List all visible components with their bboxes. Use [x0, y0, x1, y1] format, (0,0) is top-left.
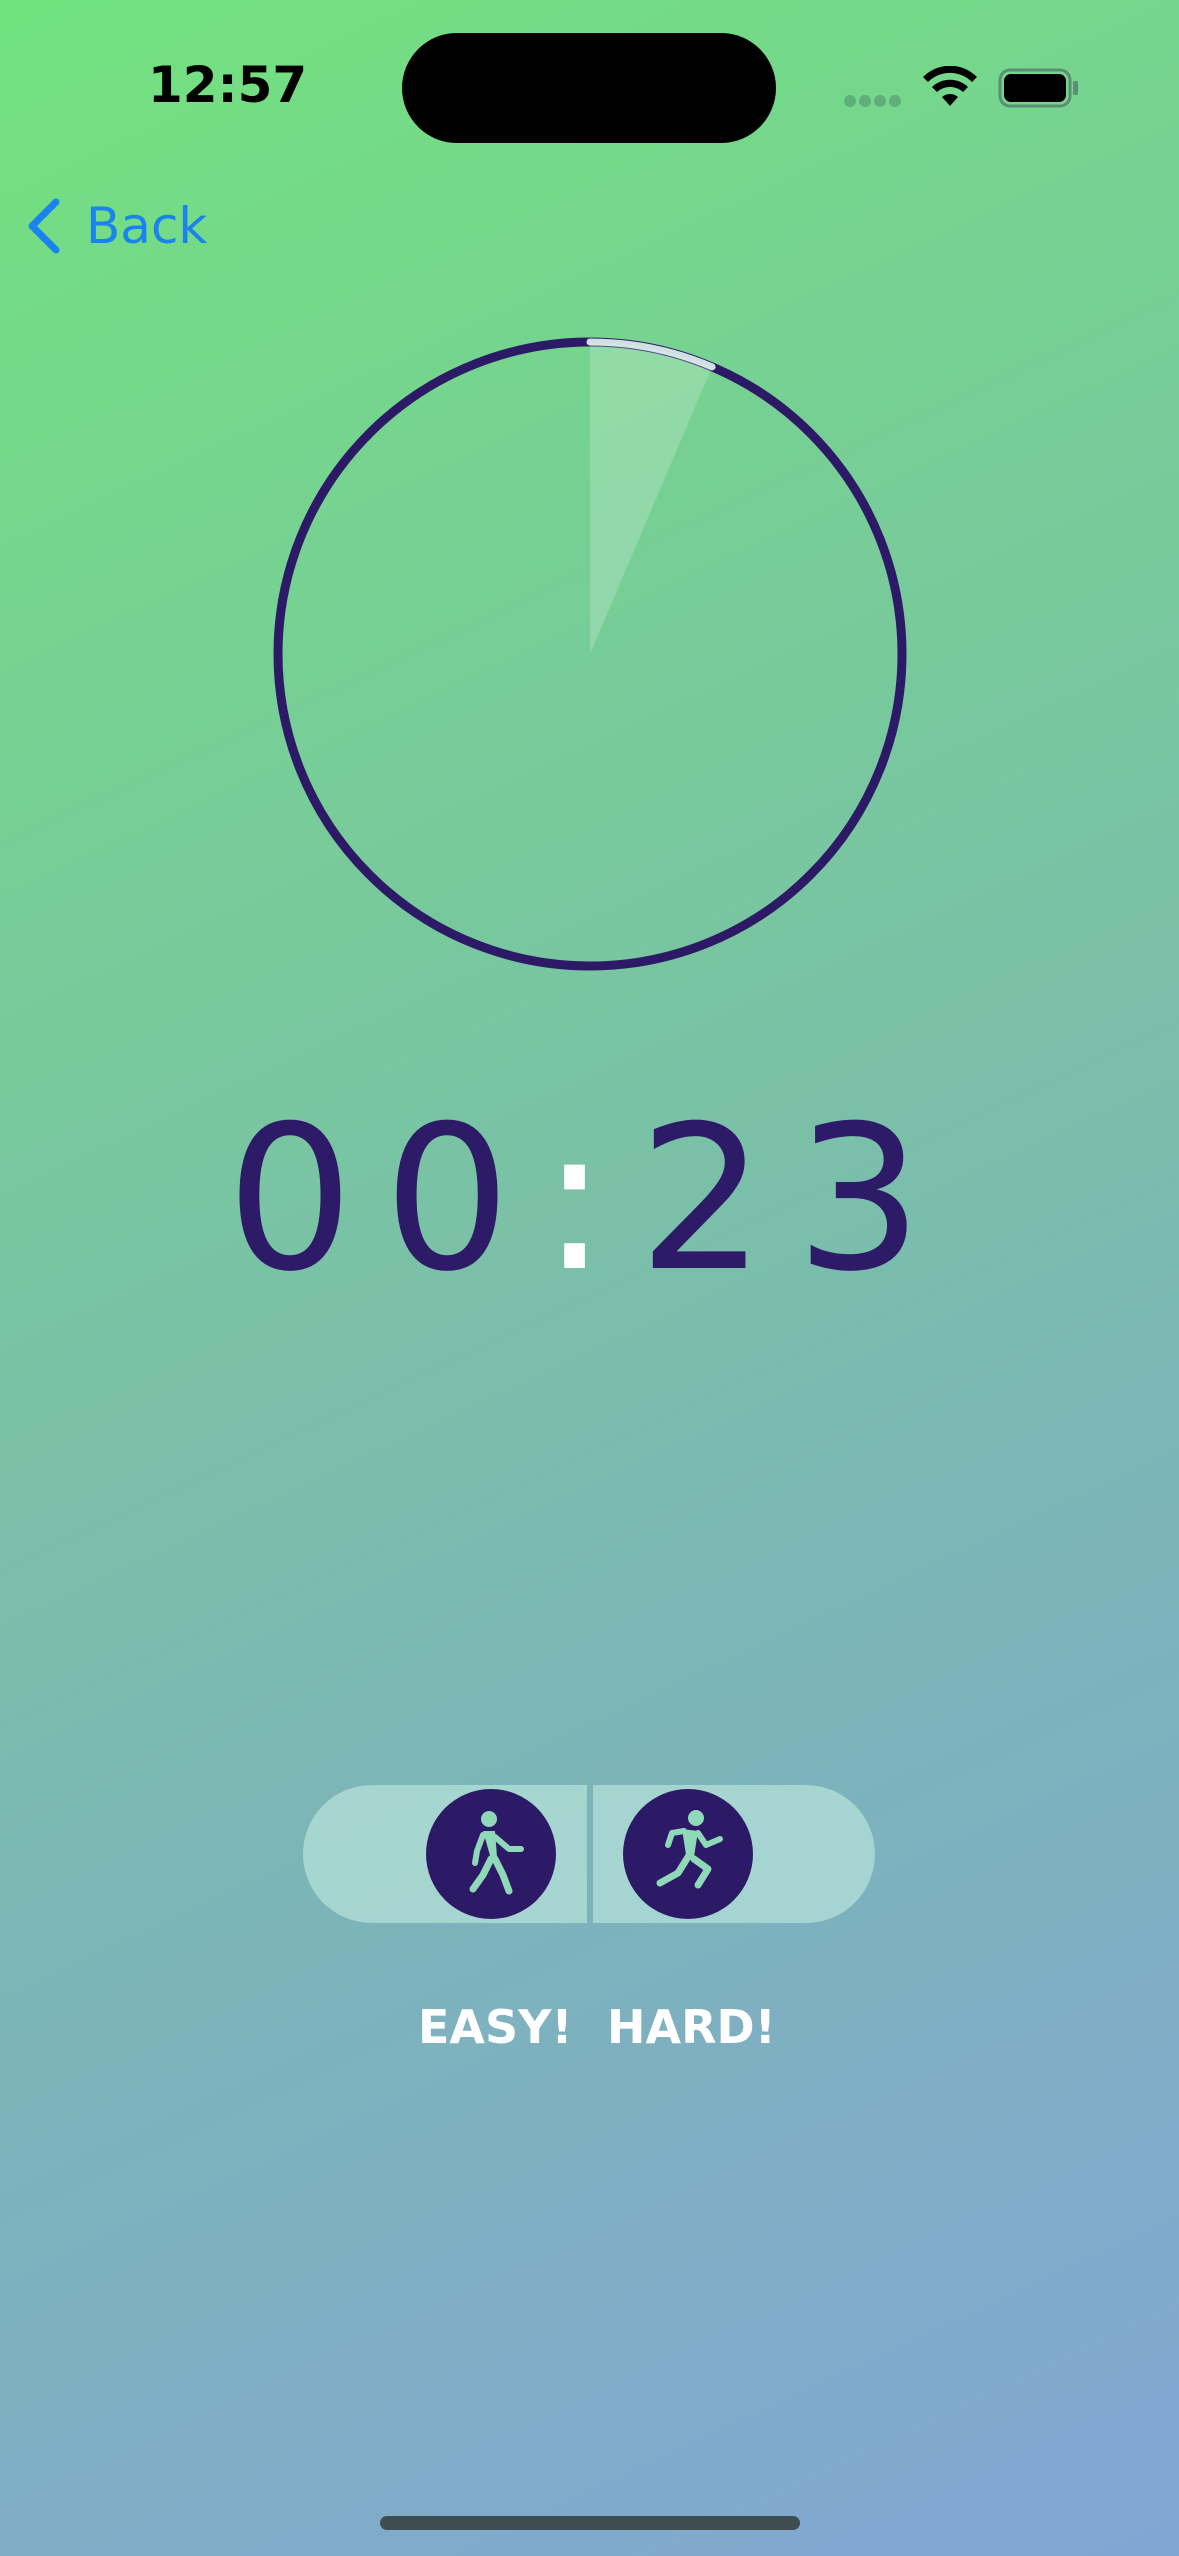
timer-display: 00:23	[0, 1100, 1179, 1300]
cellular-signal-icon	[844, 94, 906, 108]
chevron-left-icon	[28, 198, 60, 254]
status-bar: 12:57	[0, 0, 1179, 170]
timer-minutes-tens: 0	[226, 1083, 384, 1316]
timer-seconds-ones: 3	[795, 1083, 953, 1316]
status-time: 12:57	[148, 56, 308, 114]
progress-wedge	[590, 342, 713, 654]
intensity-toggle	[303, 1785, 875, 1923]
back-label: Back	[86, 197, 208, 255]
hard-mode-button[interactable]	[623, 1789, 753, 1919]
back-button[interactable]: Back	[24, 190, 207, 262]
timer-seconds-tens: 2	[638, 1083, 796, 1316]
timer-minutes-ones: 0	[383, 1083, 541, 1316]
easy-mode-button[interactable]	[426, 1789, 556, 1919]
wifi-icon	[923, 66, 977, 106]
home-indicator	[380, 2516, 800, 2530]
hard-mode-label: HARD!	[607, 2000, 776, 2054]
walking-figure-icon	[469, 1811, 524, 1895]
timer-separator: :	[540, 1083, 639, 1316]
dynamic-island	[402, 33, 776, 143]
battery-icon	[998, 68, 1078, 108]
running-figure-icon	[656, 1810, 723, 1889]
progress-ring	[273, 337, 907, 971]
easy-mode-label: EASY!	[418, 2000, 573, 2054]
